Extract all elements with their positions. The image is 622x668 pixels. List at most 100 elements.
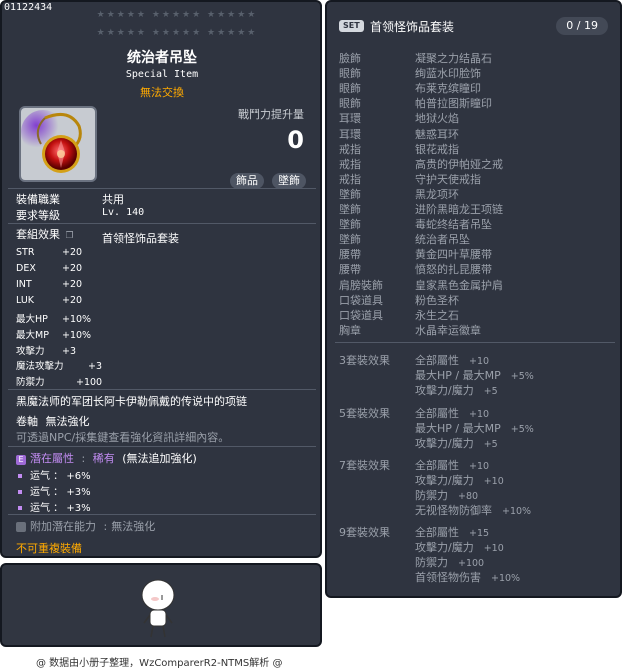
item-icon-box: [19, 106, 97, 182]
set-piece-name: 永生之石: [415, 308, 459, 322]
set-piece-row: 腰帶 憤怒的扎昆腰带: [339, 261, 492, 277]
set-piece-row: 耳環 魅惑耳环: [339, 126, 459, 142]
set-piece-name: 银花戒指: [415, 142, 459, 156]
item-type: Special Item: [125, 69, 199, 80]
set-piece-row: 腰帶 黄金四叶草腰带: [339, 246, 492, 262]
divider: [8, 514, 316, 515]
set-piece-row: 戒指 银花戒指: [339, 141, 459, 157]
set-piece-slot: 戒指: [339, 172, 361, 186]
set-count: 0 / 19: [556, 17, 608, 35]
potential-line-3: 运气 ： +3%: [18, 499, 91, 514]
divider: [8, 446, 316, 447]
set-piece-name: 守护天使戒指: [415, 172, 481, 186]
scroll-row: 卷軸 無法強化: [16, 415, 90, 428]
set-title: 首领怪饰品套装: [370, 20, 455, 34]
set-piece-row: 胸章 水晶幸运徽章: [339, 322, 481, 338]
level-label: 要求等級: [16, 209, 60, 222]
starforce-stars-row1: ★★★★★ ★★★★★ ★★★★★: [96, 10, 258, 20]
set-effect-line: 攻擊力/魔力 +10: [415, 541, 504, 554]
set-piece-slot: 墜飾: [339, 233, 361, 247]
set-piece-name: 凝聚之力结晶石: [415, 52, 492, 65]
set-piece-slot: 眼飾: [339, 82, 361, 96]
divider: [8, 389, 316, 390]
set-piece-row: 墜飾 统治者吊坠: [339, 231, 470, 247]
avatar-preview-panel: [0, 563, 322, 647]
set-piece-slot: 口袋道具: [339, 293, 383, 307]
divider: [8, 223, 316, 224]
set-effect-label: 套組效果 ❐: [16, 228, 74, 241]
potential-header: E 潛在屬性 : 稀有 (無法追加強化): [16, 450, 197, 466]
set-effect-line: 首领怪物伤害 +10%: [415, 571, 521, 584]
set-effect-line: 攻擊力/魔力 +5: [415, 384, 498, 397]
set-piece-name: 地狱火焰: [415, 112, 459, 126]
stat-str: STR +20: [16, 247, 83, 258]
set-piece-slot: 臉飾: [339, 52, 361, 65]
divider: [8, 188, 316, 189]
set-piece-name: 水晶幸运徽章: [415, 323, 481, 337]
set-piece-slot: 腰帶: [339, 263, 361, 277]
set-piece-name: 黑龙项环: [415, 187, 459, 201]
set-piece-name: 进阶黑暗龙王项链: [415, 203, 503, 216]
set-piece-row: 肩膀裝飾 皇家黑色金属护肩: [339, 277, 503, 293]
set-piece-name: 高贵的伊帕娅之戒: [415, 157, 503, 171]
set-piece-row: 耳環 地狱火焰: [339, 110, 459, 126]
stat-defense: 防禦力 +100: [16, 377, 103, 388]
tag-accessory: 飾品: [230, 173, 264, 189]
set-effect-line: 最大HP / 最大MP +5%: [415, 369, 534, 382]
tradeable-status: 無法交換: [140, 86, 184, 99]
set-piece-slot: 墜飾: [339, 203, 361, 216]
level-value: Lv. 140: [102, 207, 145, 218]
stat-dex: DEX +20: [16, 263, 83, 274]
set-piece-row: 眼飾 帕普拉图斯瞳印: [339, 95, 492, 111]
set-piece-name: 黄金四叶草腰带: [415, 248, 492, 262]
set-effect-line: 最大HP / 最大MP +5%: [415, 422, 534, 435]
no-duplicate-equip: 不可重複裝備: [16, 542, 82, 555]
set-piece-row: 墜飾 黑龙项环: [339, 186, 459, 202]
set-piece-row: 眼飾 绚蓝水印脸饰: [339, 65, 481, 81]
set-piece-slot: 胸章: [339, 323, 361, 337]
additional-potential-icon: [16, 522, 26, 532]
avatar-icon: [141, 579, 175, 638]
set-piece-row: 戒指 高贵的伊帕娅之戒: [339, 156, 503, 172]
set-piece-name: 毒蛇终结者吊坠: [415, 218, 492, 232]
set-piece-slot: 口袋道具: [339, 308, 383, 322]
stat-max-hp: 最大HP +10%: [16, 314, 92, 325]
bullet-icon: [18, 474, 22, 478]
starforce-stars-row2: ★★★★★ ★★★★★ ★★★★★: [96, 28, 258, 38]
set-effect-line: 攻擊力/魔力 +5: [415, 437, 498, 450]
item-code: 01122434: [4, 2, 53, 13]
set-piece-row: 口袋道具 粉色圣杯: [339, 292, 459, 308]
set-piece-name: 帕普拉图斯瞳印: [415, 97, 492, 111]
set-effect-tier-label: 5套裝效果: [339, 407, 390, 420]
stat-attack: 攻擊力 +3: [16, 346, 77, 357]
set-piece-slot: 戒指: [339, 157, 361, 171]
job-row: 裝備職業: [16, 191, 60, 207]
set-effect-line: 全部屬性 +15: [415, 526, 490, 539]
set-effect-value[interactable]: 首领怪饰品套装: [102, 230, 179, 246]
set-effect-tier-label: 3套裝效果: [339, 354, 390, 367]
link-icon: ❐: [65, 231, 74, 241]
set-piece-row: 口袋道具 永生之石: [339, 307, 459, 323]
set-piece-slot: 眼飾: [339, 67, 361, 81]
stat-luk: LUK +20: [16, 295, 83, 306]
set-piece-slot: 墜飾: [339, 187, 361, 201]
potential-line-2: 运气 ： +3%: [18, 483, 91, 498]
set-effect-tier-label: 7套裝效果: [339, 459, 390, 472]
bullet-icon: [18, 490, 22, 494]
item-description: 黑魔法师的军团长阿卡伊勒佩戴的传说中的项链: [16, 395, 247, 408]
set-piece-slot: 戒指: [339, 142, 361, 156]
set-piece-row: 戒指 守护天使戒指: [339, 171, 481, 187]
set-effect-line: 全部屬性 +10: [415, 354, 490, 367]
potential-icon: E: [16, 455, 26, 465]
set-piece-name: 皇家黑色金属护肩: [415, 278, 503, 292]
set-piece-row: 眼飾 布莱克缤瞳印: [339, 80, 481, 96]
set-piece-slot: 耳環: [339, 112, 361, 126]
set-effect-line: 防禦力 +80: [415, 489, 479, 502]
set-piece-name: 布莱克缤瞳印: [415, 82, 481, 96]
divider: [335, 342, 615, 343]
set-piece-row: 墜飾 进阶黑暗龙王项链: [339, 201, 503, 217]
job-value: 共用: [102, 193, 124, 206]
job-label: 裝備職業: [16, 193, 60, 206]
set-piece-name: 统治者吊坠: [415, 233, 470, 247]
set-piece-slot: 眼飾: [339, 97, 361, 111]
